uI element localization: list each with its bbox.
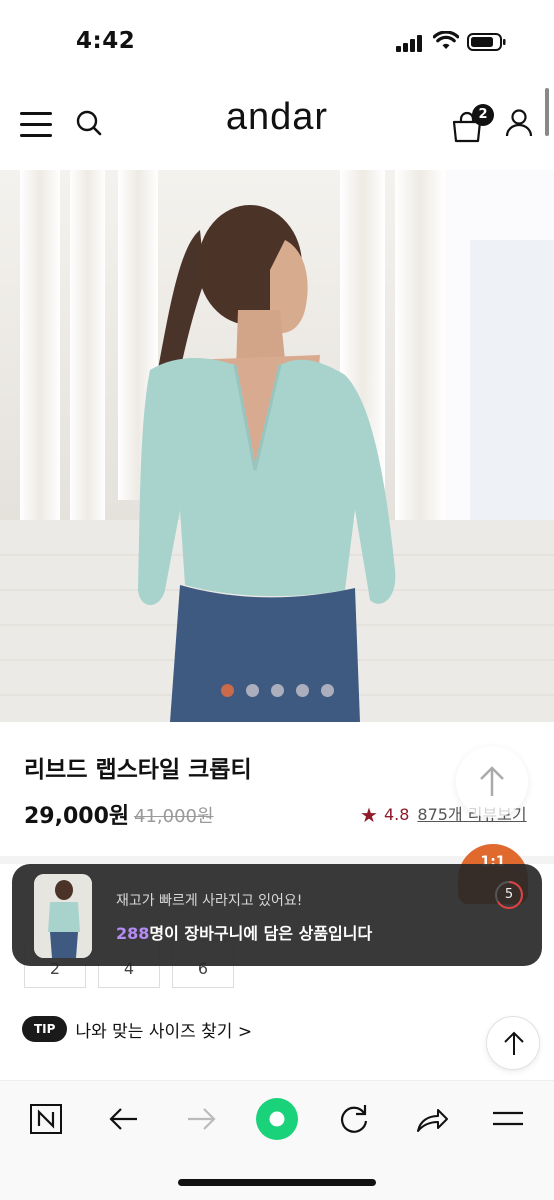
product-image-carousel[interactable] xyxy=(0,170,554,722)
toast-timer: 5 xyxy=(494,880,524,910)
user-icon[interactable] xyxy=(505,108,533,138)
home-indicator[interactable] xyxy=(178,1179,376,1186)
cart-add-count: 288 xyxy=(116,924,150,943)
cart-popularity-toast[interactable]: 재고가 빠르게 사라지고 있어요! 288명이 장바구니에 담은 상품입니다 5 xyxy=(12,864,542,966)
wifi-icon xyxy=(433,31,459,49)
carousel-dot[interactable] xyxy=(220,684,234,697)
product-price: 29,000원 xyxy=(24,804,130,829)
cart-button[interactable]: 2 xyxy=(450,104,494,144)
carousel-dot[interactable] xyxy=(270,684,284,697)
toast-count-message: 288명이 장바구니에 담은 상품입니다 xyxy=(116,920,372,944)
carousel-dot[interactable] xyxy=(320,684,334,697)
carousel-dot[interactable] xyxy=(245,684,259,697)
rating-value: 4.8 xyxy=(383,805,410,824)
star-icon: ★ xyxy=(360,803,378,827)
status-bar: 4:42 xyxy=(0,0,554,80)
back-arrow-icon[interactable] xyxy=(104,1099,144,1139)
site-header: andar 2 xyxy=(0,86,554,162)
toast-timer-value: 5 xyxy=(504,887,514,902)
original-price: 41,000원 xyxy=(134,806,214,827)
status-time: 4:42 xyxy=(76,28,136,54)
battery-icon xyxy=(467,33,506,51)
record-icon[interactable] xyxy=(255,1097,299,1141)
size-tip[interactable]: TIP 나와 맞는 사이즈 찾기 > xyxy=(22,1016,252,1042)
product-photo xyxy=(0,170,554,722)
reload-icon[interactable] xyxy=(334,1099,374,1139)
carousel-dots xyxy=(0,682,554,701)
arrow-up-icon xyxy=(504,1031,524,1055)
menu-icon[interactable] xyxy=(488,1099,528,1139)
share-icon[interactable] xyxy=(412,1099,452,1139)
cart-count-badge: 2 xyxy=(472,104,494,126)
n-logo-icon[interactable] xyxy=(26,1099,66,1139)
page-scrollbar[interactable] xyxy=(545,88,549,136)
tip-badge: TIP xyxy=(22,1016,68,1042)
arrow-up-icon xyxy=(480,766,504,796)
toast-message: 재고가 빠르게 사라지고 있어요! xyxy=(116,893,303,909)
toast-product-thumbnail xyxy=(34,874,92,958)
size-finder-link[interactable]: 나와 맞는 사이즈 찾기 > xyxy=(75,1017,252,1042)
floating-up-button[interactable] xyxy=(456,746,528,818)
product-name: 리브드 랩스타일 크롭티 xyxy=(24,757,252,783)
toast-count-suffix: 명이 장바구니에 담은 상품입니다 xyxy=(149,924,373,943)
forward-arrow-icon[interactable] xyxy=(181,1099,221,1139)
scroll-top-button[interactable] xyxy=(486,1016,540,1070)
signal-icon xyxy=(396,34,426,52)
carousel-dot[interactable] xyxy=(295,684,309,697)
